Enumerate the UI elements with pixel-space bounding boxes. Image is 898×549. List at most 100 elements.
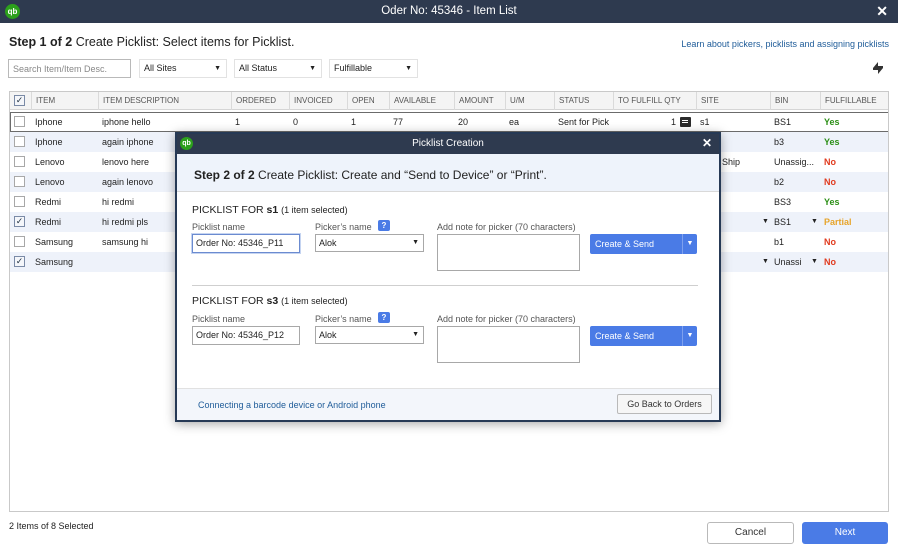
chevron-down-icon: ▼ (309, 65, 316, 72)
cell-bin[interactable]: BS1 (770, 212, 791, 232)
status-dropdown[interactable]: All Status ▼ (234, 59, 322, 78)
cell-site[interactable]: s1 (696, 112, 710, 132)
col-invoiced[interactable]: INVOICED (289, 92, 348, 110)
col-item[interactable]: ITEM (31, 92, 99, 110)
col-um[interactable]: U/M (505, 92, 555, 110)
fulfillable-value: Fulfillable (334, 63, 373, 73)
create-send-label: Create & Send (595, 239, 655, 249)
cell-description: hi redmi pls (102, 217, 149, 227)
cancel-button[interactable]: Cancel (707, 522, 794, 544)
close-icon[interactable]: ✕ (702, 136, 712, 150)
row-checkbox[interactable]: ✓ (14, 256, 25, 267)
cell-to-fulfill-qty[interactable]: 1 (660, 112, 676, 132)
cell-status: Sent for Pick (558, 117, 610, 127)
chevron-down-icon: ▼ (214, 65, 221, 72)
col-description[interactable]: ITEM DESCRIPTION (98, 92, 231, 110)
pickers-name-label: Picker’s name (315, 314, 372, 324)
row-checkbox[interactable] (14, 136, 25, 147)
close-icon[interactable]: ✕ (876, 3, 888, 20)
row-checkbox[interactable] (14, 176, 25, 187)
cell-description: hi redmi (102, 197, 135, 207)
picklist-creation-dialog: qb Picklist Creation ✕ Step 2 of 2 Creat… (175, 132, 721, 422)
cell-fulfillable: Yes (824, 137, 840, 147)
bin-dropdown-icon[interactable]: ▼ (811, 218, 818, 225)
help-icon[interactable]: ? (378, 220, 390, 231)
cell-bin[interactable]: Unassi (770, 252, 810, 272)
picklist-name-input[interactable]: Order No: 45346_P12 (192, 326, 300, 345)
dialog-step-title: Step 2 of 2 Create Picklist: Create and … (194, 168, 547, 182)
cell-item: Lenovo (35, 157, 65, 167)
refresh-icon[interactable] (869, 59, 887, 77)
go-back-button[interactable]: Go Back to Orders (617, 394, 712, 414)
chevron-down-icon: ▼ (412, 239, 419, 246)
cell-bin: BS1 (774, 117, 792, 127)
create-send-button[interactable]: Create & Send ▼ (590, 234, 697, 254)
barcode-device-link[interactable]: Connecting a barcode device or Android p… (198, 400, 386, 410)
col-amount[interactable]: AMOUNT (454, 92, 506, 110)
note-icon[interactable] (680, 117, 691, 127)
cell-bin: b1 (774, 237, 785, 247)
row-checkbox[interactable] (14, 156, 25, 167)
step-number: Step 1 of 2 (9, 35, 73, 49)
col-bin[interactable]: BIN (770, 92, 821, 110)
picklist-name-label: Picklist name (192, 314, 246, 324)
select-all-checkbox[interactable]: ✓ (14, 95, 25, 106)
create-send-button[interactable]: Create & Send ▼ (590, 326, 697, 346)
site-dropdown-icon[interactable]: ▼ (762, 218, 769, 225)
picklist-section-title: PICKLIST FOR s3 (1 item selected) (192, 295, 348, 307)
section-prefix: PICKLIST FOR (192, 295, 267, 307)
help-icon[interactable]: ? (378, 312, 390, 323)
picker-value: Alok (319, 238, 337, 248)
status-value: All Status (239, 63, 278, 73)
cell-site[interactable]: Ship (718, 152, 740, 172)
cell-fulfillable: No (824, 237, 836, 247)
cell-description: iphone hello (102, 117, 151, 127)
learn-link[interactable]: Learn about pickers, picklists and assig… (681, 39, 889, 49)
cell-bin: Unassig... (774, 157, 815, 167)
col-ordered[interactable]: ORDERED (231, 92, 290, 110)
dialog-title: Picklist Creation (412, 138, 484, 149)
col-to-fulfill-qty[interactable]: TO FULFILL QTY (613, 92, 697, 110)
row-checkbox[interactable] (14, 116, 25, 127)
pickers-name-label: Picker’s name (315, 222, 372, 232)
picklist-name-label: Picklist name (192, 222, 246, 232)
section-count: (1 item selected) (281, 296, 348, 306)
cell-fulfillable: Partial (824, 217, 852, 227)
bin-dropdown-icon[interactable]: ▼ (811, 258, 818, 265)
step-text: Create Picklist: Select items for Pickli… (72, 35, 295, 49)
chevron-down-icon: ▼ (405, 65, 412, 72)
dialog-header: Step 2 of 2 Create Picklist: Create and … (177, 154, 719, 192)
sites-value: All Sites (144, 63, 177, 73)
picker-select[interactable]: Alok ▼ (315, 234, 424, 252)
chevron-down-icon[interactable]: ▼ (682, 234, 697, 254)
cell-description: lenovo here (102, 157, 150, 167)
section-count: (1 item selected) (281, 205, 348, 215)
row-checkbox[interactable]: ✓ (14, 216, 25, 227)
col-site[interactable]: SITE (696, 92, 771, 110)
table-row[interactable]: Iphone iphone hello 1 0 1 77 20 ea Sent … (10, 112, 888, 132)
row-checkbox[interactable] (14, 236, 25, 247)
fulfillable-dropdown[interactable]: Fulfillable ▼ (329, 59, 418, 78)
note-textarea[interactable] (437, 326, 580, 363)
picker-select[interactable]: Alok ▼ (315, 326, 424, 344)
col-status[interactable]: STATUS (554, 92, 614, 110)
row-checkbox[interactable] (14, 196, 25, 207)
picklist-name-input[interactable]: Order No: 45346_P11 (192, 234, 300, 253)
selection-count: 2 Items of 8 Selected (9, 521, 94, 531)
col-fulfillable[interactable]: FULFILLABLE (820, 92, 888, 110)
dialog-step-number: Step 2 of 2 (194, 168, 255, 182)
page-title: Step 1 of 2 Create Picklist: Select item… (9, 35, 295, 49)
note-textarea[interactable] (437, 234, 580, 271)
next-button[interactable]: Next (802, 522, 888, 544)
col-open[interactable]: OPEN (347, 92, 390, 110)
cell-available: 77 (393, 117, 404, 127)
cell-fulfillable: No (824, 157, 836, 167)
search-input[interactable] (8, 59, 131, 78)
picklist-section-title: PICKLIST FOR s1 (1 item selected) (192, 204, 348, 216)
col-available[interactable]: AVAILABLE (389, 92, 455, 110)
chevron-down-icon[interactable]: ▼ (682, 326, 697, 346)
chevron-down-icon: ▼ (412, 331, 419, 338)
cell-item: Samsung (35, 257, 74, 267)
site-dropdown-icon[interactable]: ▼ (762, 258, 769, 265)
sites-dropdown[interactable]: All Sites ▼ (139, 59, 227, 78)
